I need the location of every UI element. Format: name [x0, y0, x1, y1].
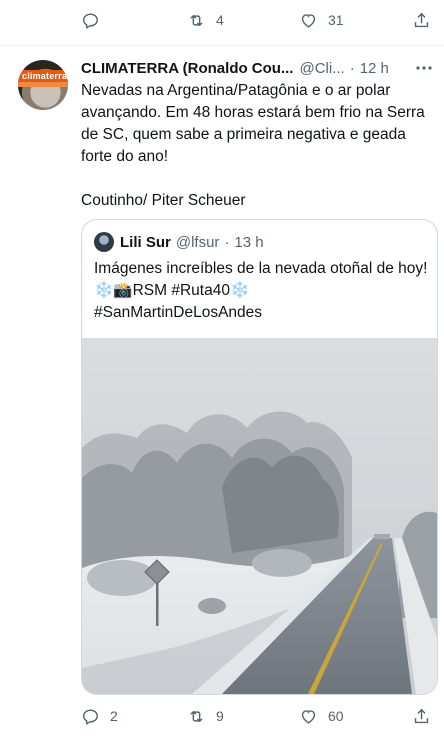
separator-dot: · [224, 233, 230, 251]
retweet-count: 9 [216, 708, 224, 724]
quoted-text-line: ❄️📸RSM #Ruta40❄️ [94, 282, 250, 299]
tweet-paragraph: Nevadas na Argentina/Patagônia e o ar po… [81, 82, 425, 165]
previous-tweet-action-bar: 4 31 [0, 0, 444, 40]
retweet-icon [190, 14, 203, 26]
like-count: 60 [328, 708, 344, 724]
tweet[interactable]: climaterra CLIMATERRA (Ronaldo Cou... @C… [0, 46, 444, 750]
retweet-icon [190, 710, 203, 722]
heart-icon [301, 13, 316, 28]
more-icon [416, 66, 432, 70]
retweet-button[interactable]: 9 [187, 696, 224, 736]
quoted-tweet-time: 13 h [234, 233, 264, 251]
author-name[interactable]: CLIMATERRA (Ronaldo Cou... [81, 60, 293, 77]
like-count: 31 [328, 12, 344, 28]
retweet-button[interactable]: 4 [187, 0, 224, 40]
tweet-text: Nevadas na Argentina/Patagônia e o ar po… [81, 80, 431, 234]
reply-icon [83, 12, 98, 29]
share-icon [414, 708, 429, 723]
quoted-text-line: Imágenes increíbles de la nevada otoñal … [94, 260, 428, 277]
retweet-count: 4 [216, 12, 224, 28]
tweet-time[interactable]: 12 h [360, 60, 389, 77]
avatar[interactable]: climaterra [18, 60, 68, 110]
snowy-road-photo[interactable] [82, 338, 437, 694]
avatar-logo: climaterra [18, 70, 68, 82]
tweet-paragraph: Coutinho/ Piter Scheuer [81, 192, 246, 209]
tweet-action-bar: 2 9 60 [0, 696, 444, 736]
author-handle[interactable]: @Cli... [299, 60, 344, 77]
reply-icon [83, 708, 98, 725]
share-button[interactable] [412, 696, 431, 736]
quoted-avatar [94, 232, 114, 252]
tweet-header: CLIMATERRA (Ronaldo Cou... @Cli... · 12 … [81, 58, 431, 78]
reply-button[interactable]: 2 [81, 696, 118, 736]
share-icon [414, 12, 429, 27]
reply-count: 2 [110, 708, 118, 724]
more-button[interactable] [412, 58, 436, 78]
quoted-author-name: Lili Sur [120, 233, 171, 251]
heart-icon [301, 709, 316, 724]
like-button[interactable]: 60 [299, 696, 344, 736]
avatar-logo-strip [18, 82, 68, 87]
quoted-text-line: #SanMartinDeLosAndes [94, 304, 263, 321]
quoted-tweet-text: Imágenes increíbles de la nevada otoñal … [94, 258, 429, 324]
quoted-tweet[interactable]: Lili Sur @lfsur · 13 h Imágenes increíbl… [81, 219, 438, 695]
like-button[interactable]: 31 [299, 0, 344, 40]
share-button[interactable] [412, 0, 431, 40]
quoted-tweet-header: Lili Sur @lfsur · 13 h [94, 232, 264, 252]
separator-dot: · [349, 59, 355, 77]
reply-button[interactable] [81, 0, 110, 40]
quoted-author-handle: @lfsur [175, 233, 220, 251]
